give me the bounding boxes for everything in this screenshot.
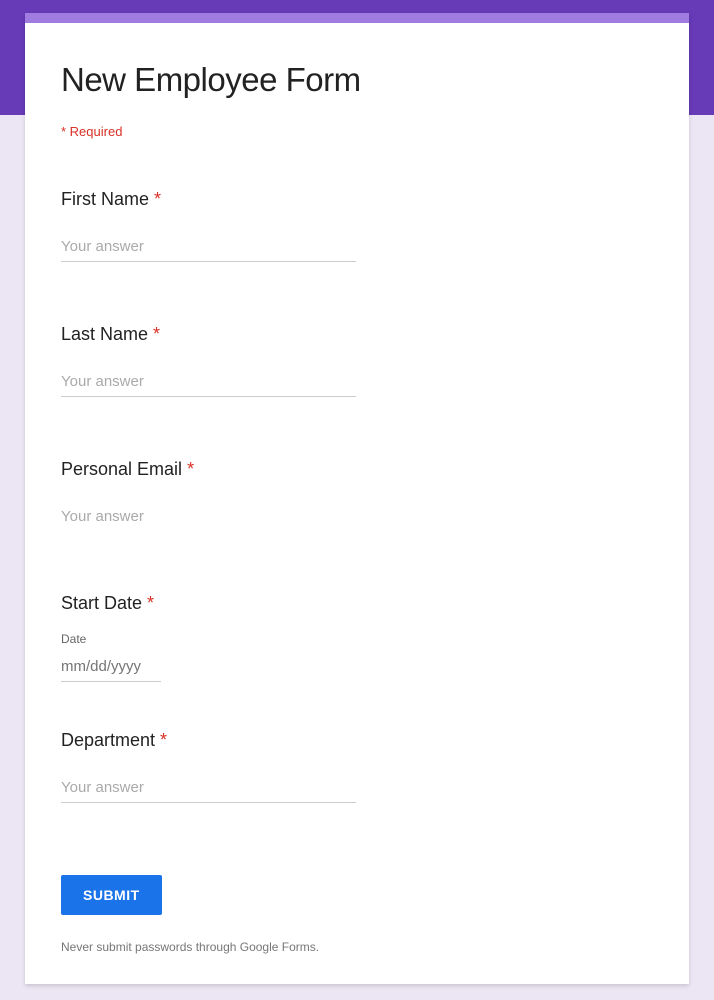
required-star: * xyxy=(142,593,154,613)
form-title: New Employee Form xyxy=(61,61,653,99)
personal-email-label: Personal Email * xyxy=(61,459,653,480)
required-star: * xyxy=(149,189,161,209)
last-name-input[interactable] xyxy=(61,369,356,397)
start-date-sublabel: Date xyxy=(61,632,653,646)
question-personal-email: Personal Email * xyxy=(61,459,653,531)
last-name-label-text: Last Name xyxy=(61,324,148,344)
department-label-text: Department xyxy=(61,730,155,750)
required-note: * Required xyxy=(61,124,653,139)
question-first-name: First Name * xyxy=(61,189,653,262)
question-department: Department * xyxy=(61,730,653,803)
first-name-input[interactable] xyxy=(61,234,356,262)
department-label: Department * xyxy=(61,730,653,751)
submit-button[interactable]: SUBMIT xyxy=(61,875,162,915)
required-star: * xyxy=(155,730,167,750)
last-name-label: Last Name * xyxy=(61,324,653,345)
personal-email-input[interactable] xyxy=(61,504,356,531)
required-star: * xyxy=(148,324,160,344)
footer-note: Never submit passwords through Google Fo… xyxy=(61,940,653,954)
required-star: * xyxy=(182,459,194,479)
question-start-date: Start Date * Date xyxy=(61,593,653,682)
department-input[interactable] xyxy=(61,775,356,803)
start-date-label-text: Start Date xyxy=(61,593,142,613)
form-card: New Employee Form * Required First Name … xyxy=(25,13,689,984)
personal-email-label-text: Personal Email xyxy=(61,459,182,479)
start-date-input[interactable] xyxy=(61,656,161,682)
first-name-label-text: First Name xyxy=(61,189,149,209)
start-date-label: Start Date * xyxy=(61,593,653,614)
first-name-label: First Name * xyxy=(61,189,653,210)
question-last-name: Last Name * xyxy=(61,324,653,397)
